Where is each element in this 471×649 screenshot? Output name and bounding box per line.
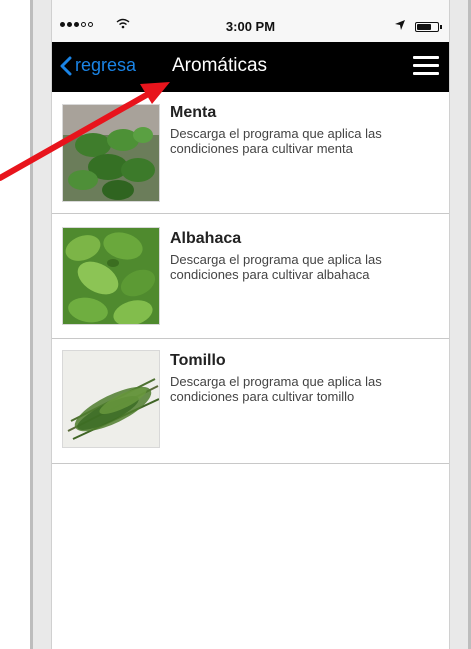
annotation-arrow <box>0 82 170 181</box>
